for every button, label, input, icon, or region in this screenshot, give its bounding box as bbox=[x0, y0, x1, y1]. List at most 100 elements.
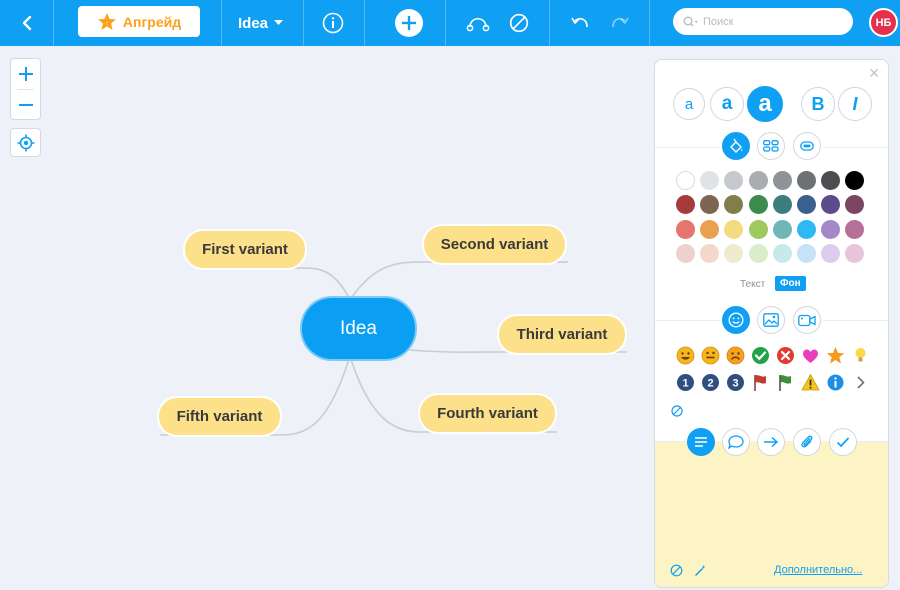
number-2-icon[interactable]: 2 bbox=[701, 373, 720, 392]
map-node-second[interactable]: Second variant bbox=[424, 226, 565, 263]
font-size-large-button[interactable]: a bbox=[747, 86, 783, 122]
color-swatch[interactable] bbox=[748, 171, 768, 190]
color-swatch[interactable] bbox=[676, 171, 695, 190]
color-swatch[interactable] bbox=[797, 219, 816, 239]
note-tab-button[interactable] bbox=[687, 428, 715, 456]
note-lines-icon bbox=[695, 437, 707, 447]
color-swatch[interactable] bbox=[772, 219, 792, 239]
more-link[interactable]: Дополнительно... bbox=[774, 564, 862, 576]
color-swatch[interactable] bbox=[700, 195, 720, 215]
color-swatch[interactable] bbox=[772, 171, 792, 190]
color-swatch[interactable] bbox=[724, 195, 744, 215]
color-swatch[interactable] bbox=[676, 195, 695, 215]
color-swatch[interactable] bbox=[845, 243, 865, 263]
emoji-tab-button[interactable] bbox=[722, 306, 750, 334]
map-node-fourth[interactable]: Fourth variant bbox=[420, 395, 555, 432]
text-color-tab[interactable]: Текст bbox=[740, 279, 765, 290]
map-node-first[interactable]: First variant bbox=[185, 231, 305, 268]
node-label: First variant bbox=[202, 241, 288, 258]
search-input[interactable] bbox=[703, 15, 833, 28]
color-swatch[interactable] bbox=[797, 171, 816, 190]
video-tab-button[interactable] bbox=[793, 306, 821, 334]
color-swatch[interactable] bbox=[748, 219, 768, 239]
color-swatch[interactable] bbox=[748, 243, 768, 263]
color-swatch[interactable] bbox=[845, 195, 865, 215]
bold-button[interactable]: B bbox=[801, 87, 835, 121]
paint-tab-button[interactable] bbox=[722, 132, 750, 160]
color-swatch[interactable] bbox=[724, 219, 744, 239]
cross-icon[interactable] bbox=[776, 346, 795, 365]
star-icon[interactable] bbox=[826, 346, 845, 365]
check-icon[interactable] bbox=[751, 346, 770, 365]
text-tab-label: Текст bbox=[740, 279, 766, 290]
attachment-tab-button[interactable] bbox=[793, 428, 821, 456]
green-flag-icon[interactable] bbox=[776, 373, 795, 392]
font-size-medium-button[interactable]: a bbox=[710, 87, 744, 121]
warning-icon[interactable] bbox=[801, 373, 820, 392]
color-swatch[interactable] bbox=[700, 219, 720, 239]
chevron-right-icon[interactable] bbox=[851, 373, 870, 392]
format-panel: ✕ a a a B I Текст Фон 1 2 3 Дополнительн… bbox=[654, 59, 889, 588]
shape-tab-button[interactable] bbox=[793, 132, 821, 160]
search-box[interactable] bbox=[673, 8, 853, 35]
color-swatch[interactable] bbox=[676, 219, 695, 239]
image-icon bbox=[763, 313, 779, 327]
color-swatch[interactable] bbox=[748, 195, 768, 215]
color-swatch[interactable] bbox=[724, 171, 744, 190]
color-swatch[interactable] bbox=[797, 195, 816, 215]
number-3-icon[interactable]: 3 bbox=[726, 373, 745, 392]
color-swatch[interactable] bbox=[821, 195, 841, 215]
image-tab-button[interactable] bbox=[757, 306, 785, 334]
svg-text:3: 3 bbox=[732, 378, 738, 390]
link-tab-button[interactable] bbox=[757, 428, 785, 456]
color-swatch[interactable] bbox=[700, 243, 720, 263]
node-label: Third variant bbox=[516, 326, 608, 343]
color-swatch[interactable] bbox=[821, 171, 841, 190]
task-tab-button[interactable] bbox=[829, 428, 857, 456]
node-label: Fifth variant bbox=[176, 408, 263, 425]
heart-icon[interactable] bbox=[801, 346, 820, 365]
font-size-small-button[interactable]: a bbox=[673, 88, 705, 120]
italic-button[interactable]: I bbox=[838, 87, 872, 121]
color-swatch[interactable] bbox=[845, 171, 865, 190]
frown-icon[interactable] bbox=[726, 346, 745, 365]
color-swatch[interactable] bbox=[821, 219, 841, 239]
svg-text:1: 1 bbox=[682, 378, 688, 390]
avatar[interactable]: НБ bbox=[869, 8, 898, 37]
close-icon[interactable]: ✕ bbox=[868, 65, 880, 82]
remove-icon-button[interactable] bbox=[671, 405, 683, 417]
color-swatch[interactable] bbox=[772, 243, 792, 263]
color-swatch[interactable] bbox=[845, 219, 865, 239]
paint-bucket-icon bbox=[730, 138, 743, 153]
magic-wand-icon[interactable] bbox=[694, 564, 707, 577]
bold-label: B bbox=[811, 93, 825, 114]
number-1-icon[interactable]: 1 bbox=[676, 373, 695, 392]
avatar-initials: НБ bbox=[875, 16, 892, 29]
layout-tab-button[interactable] bbox=[757, 132, 785, 160]
color-swatch[interactable] bbox=[821, 243, 841, 263]
node-label: Fourth variant bbox=[437, 405, 538, 422]
comment-icon bbox=[728, 435, 744, 449]
map-root-node[interactable]: Idea bbox=[302, 298, 415, 359]
bulb-icon[interactable] bbox=[851, 346, 870, 365]
map-node-fifth[interactable]: Fifth variant bbox=[159, 398, 280, 435]
color-swatch[interactable] bbox=[797, 243, 816, 263]
grin-icon[interactable] bbox=[701, 346, 720, 365]
color-swatch[interactable] bbox=[772, 195, 792, 215]
color-swatch[interactable] bbox=[676, 243, 695, 263]
font-size-large-label: a bbox=[758, 90, 772, 117]
comment-tab-button[interactable] bbox=[722, 428, 750, 456]
info-icon[interactable] bbox=[826, 373, 845, 392]
paperclip-icon bbox=[801, 435, 813, 448]
map-node-third[interactable]: Third variant bbox=[499, 316, 625, 353]
root-label: Idea bbox=[340, 317, 377, 339]
italic-label: I bbox=[852, 93, 858, 114]
red-flag-icon[interactable] bbox=[751, 373, 770, 392]
font-size-medium-label: a bbox=[721, 93, 733, 114]
color-swatch[interactable] bbox=[724, 243, 744, 263]
background-color-tab[interactable]: Фон bbox=[775, 276, 806, 291]
smile-icon[interactable] bbox=[676, 346, 695, 365]
font-size-small-label: a bbox=[684, 95, 694, 113]
clear-note-icon[interactable] bbox=[670, 564, 683, 577]
color-swatch[interactable] bbox=[700, 171, 720, 190]
